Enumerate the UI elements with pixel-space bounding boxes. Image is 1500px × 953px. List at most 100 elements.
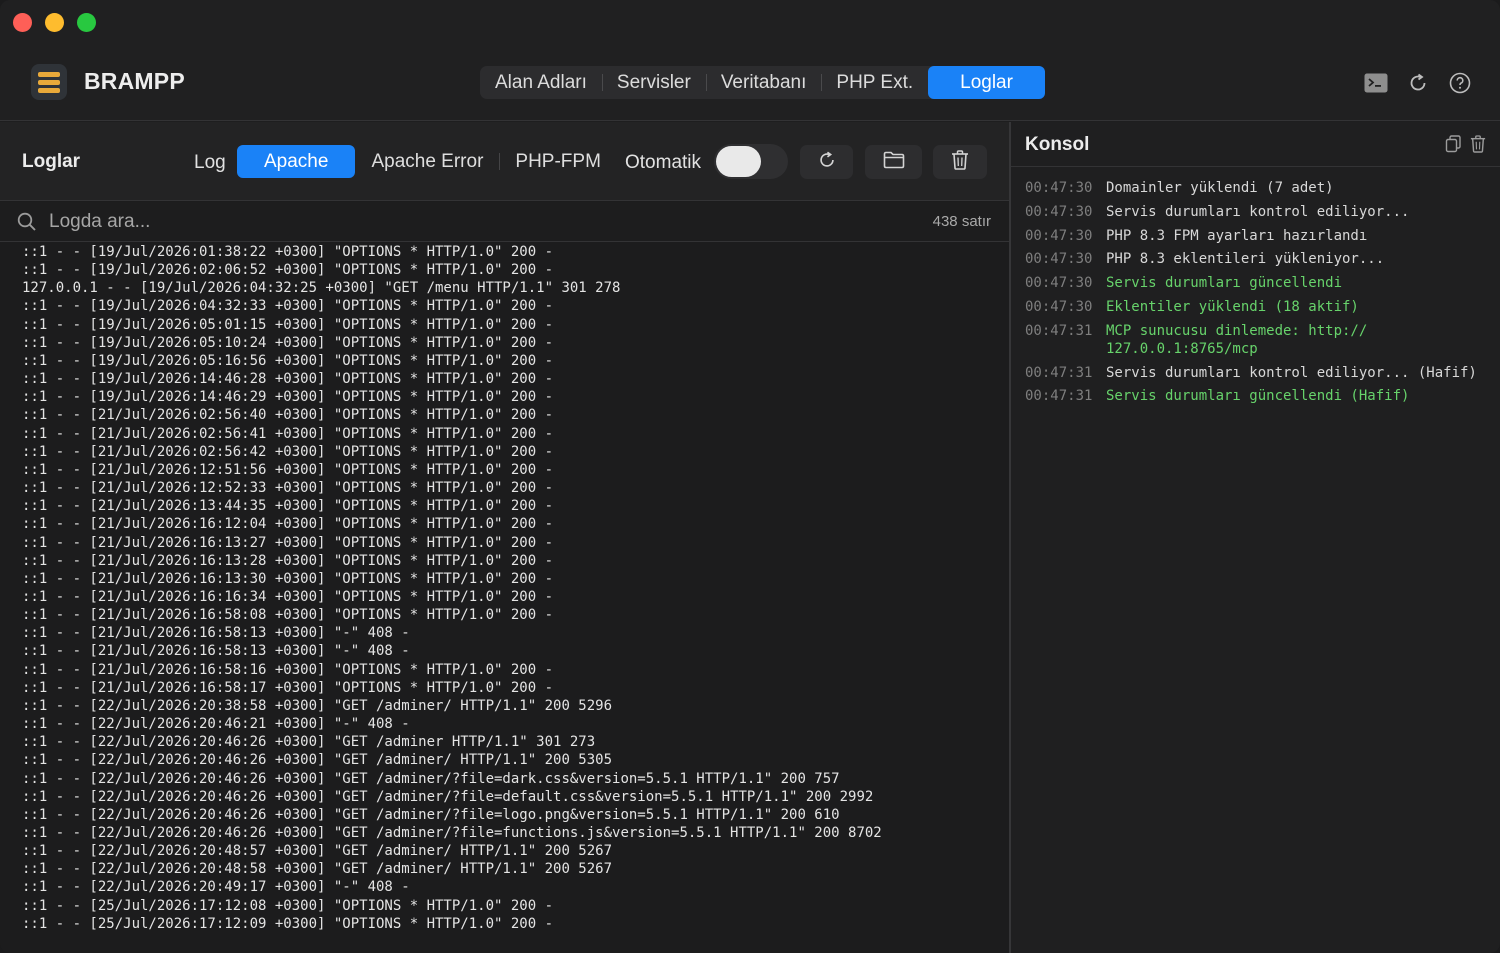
log-line: ::1 - - [22/Jul/2026:20:48:57 +0300] "GE… — [22, 843, 613, 860]
clear-log-button[interactable] — [933, 145, 987, 179]
title-bar: BRAMPP Alan Adları Servisler Veritabanı … — [0, 0, 1500, 121]
minimize-window-button[interactable] — [45, 13, 64, 32]
log-line: ::1 - - [19/Jul/2026:05:10:24 +0300] "OP… — [22, 334, 554, 351]
auto-refresh-label: Otomatik — [625, 152, 702, 173]
log-line: ::1 - - [22/Jul/2026:20:48:58 +0300] "GE… — [22, 861, 613, 878]
console-panel: Konsol 00:47:30 Domainler yüklendi (7 ade… — [1011, 122, 1500, 953]
console-entry-message: Servis durumları güncellendi (Hafif) — [1106, 388, 1410, 405]
refresh-icon[interactable] — [1406, 71, 1430, 95]
console-output: 00:47:30 Domainler yüklendi (7 adet) 00:47… — [1025, 179, 1495, 411]
console-entry-message: PHP 8.3 FPM ayarları hazırlandı — [1106, 227, 1368, 244]
log-line: ::1 - - [21/Jul/2026:12:52:33 +0300] "OP… — [22, 480, 554, 497]
close-window-button[interactable] — [13, 13, 32, 32]
console-entry-time: 00:47:30 — [1025, 203, 1093, 220]
log-row-count: 438 satır — [932, 213, 991, 230]
console-entry-time: 00:47:31 — [1025, 364, 1093, 381]
console-entry-message: Domainler yüklendi (7 adet) — [1106, 180, 1334, 196]
log-line: ::1 - - [21/Jul/2026:16:58:13 +0300] "-"… — [22, 625, 410, 642]
tab-php-ext[interactable]: PHP Ext. — [821, 66, 928, 99]
log-line: ::1 - - [22/Jul/2026:20:46:26 +0300] "GE… — [22, 734, 596, 751]
log-output[interactable]: ::1 - - [19/Jul/2026:01:38:22 +0300] "OP… — [0, 243, 1009, 953]
log-line: ::1 - - [21/Jul/2026:16:13:28 +0300] "OP… — [22, 552, 554, 569]
logs-panel: Loglar Log Apache Apache Error PHP-FPM O… — [0, 122, 1009, 953]
help-icon[interactable] — [1448, 71, 1472, 95]
trash-icon[interactable] — [1470, 135, 1487, 153]
tab-loglar[interactable]: Loglar — [928, 66, 1045, 99]
console-entry-time: 00:47:30 — [1025, 251, 1093, 268]
auto-refresh-toggle[interactable] — [714, 144, 788, 179]
tab-alan-adlari[interactable]: Alan Adları — [480, 66, 602, 99]
log-line: ::1 - - [21/Jul/2026:16:13:27 +0300] "OP… — [22, 534, 554, 551]
console-entry: 00:47:30 Servis durumları kontrol ediliyo… — [1025, 203, 1495, 221]
trash-icon — [951, 149, 969, 175]
log-line: ::1 - - [22/Jul/2026:20:46:21 +0300] "-"… — [22, 716, 410, 733]
console-entry-time: 00:47:30 — [1025, 298, 1093, 315]
console-entry-time: 00:47:31 — [1025, 322, 1093, 339]
console-entry-message: Servis durumları kontrol ediliyor... — [1106, 203, 1410, 220]
log-line: 127.0.0.1 - - [19/Jul/2026:04:32:25 +030… — [22, 280, 621, 297]
console-entry-message: Eklentiler yüklendi (18 aktif) — [1106, 298, 1359, 315]
log-line: ::1 - - [19/Jul/2026:04:32:33 +0300] "OP… — [22, 298, 554, 315]
log-line: ::1 - - [21/Jul/2026:12:51:56 +0300] "OP… — [22, 461, 554, 478]
app-window: BRAMPP Alan Adları Servisler Veritabanı … — [0, 0, 1500, 953]
log-line: ::1 - - [21/Jul/2026:16:13:30 +0300] "OP… — [22, 570, 554, 587]
tab-servisler[interactable]: Servisler — [601, 66, 706, 99]
log-line: ::1 - - [22/Jul/2026:20:38:58 +0300] "GE… — [22, 697, 613, 714]
refresh-icon — [817, 150, 837, 175]
console-entry-message: Servis durumları kontrol ediliyor... (Ha… — [1106, 364, 1477, 381]
console-entry-time: 00:47:31 — [1025, 388, 1093, 405]
log-line: ::1 - - [22/Jul/2026:20:49:17 +0300] "-"… — [22, 879, 410, 896]
log-line: ::1 - - [22/Jul/2026:20:46:26 +0300] "GE… — [22, 825, 882, 841]
console-entry: 00:47:31 Servis durumları kontrol ediliyo… — [1025, 364, 1495, 382]
console-entry-time: 00:47:30 — [1025, 275, 1093, 292]
log-line: ::1 - - [21/Jul/2026:16:58:08 +0300] "OP… — [22, 607, 554, 624]
logs-title: Loglar — [22, 151, 81, 172]
open-folder-button[interactable] — [865, 145, 922, 179]
console-entry: 00:47:31 Servis durumları güncellendi (Ha… — [1025, 387, 1495, 405]
folder-icon — [883, 151, 905, 174]
zoom-window-button[interactable] — [77, 13, 96, 32]
log-line: ::1 - - [21/Jul/2026:02:56:40 +0300] "OP… — [22, 407, 554, 424]
console-entry: 00:47:30 Eklentiler yüklendi (18 aktif) — [1025, 298, 1495, 316]
log-line: ::1 - - [21/Jul/2026:16:12:04 +0300] "OP… — [22, 516, 554, 533]
log-line: ::1 - - [19/Jul/2026:05:16:56 +0300] "OP… — [22, 352, 554, 369]
log-line: ::1 - - [19/Jul/2026:14:46:29 +0300] "OP… — [22, 389, 554, 406]
log-line: ::1 - - [22/Jul/2026:20:46:26 +0300] "GE… — [22, 788, 874, 805]
console-entry-time: 00:47:30 — [1025, 180, 1093, 196]
reload-log-button[interactable] — [800, 145, 853, 179]
main-nav: Alan Adları Servisler Veritabanı PHP Ext… — [480, 66, 1045, 99]
log-line: ::1 - - [19/Jul/2026:02:06:52 +0300] "OP… — [22, 262, 554, 279]
log-source-label: Log — [194, 152, 226, 173]
log-line: ::1 - - [21/Jul/2026:16:58:16 +0300] "OP… — [22, 661, 554, 678]
console-entry-time: 00:47:30 — [1025, 227, 1093, 244]
copy-icon[interactable] — [1445, 135, 1462, 153]
log-line: ::1 - - [22/Jul/2026:20:46:26 +0300] "GE… — [22, 806, 840, 823]
console-entry-message: MCP sunucusu dinlemede: http:// 127.0.0.… — [1106, 322, 1368, 357]
terminal-icon[interactable] — [1364, 71, 1388, 95]
console-header: Konsol — [1011, 122, 1500, 167]
log-line: ::1 - - [19/Jul/2026:14:46:28 +0300] "OP… — [22, 371, 554, 388]
log-line: ::1 - - [21/Jul/2026:16:58:13 +0300] "-"… — [22, 643, 410, 660]
log-line: ::1 - - [22/Jul/2026:20:46:26 +0300] "GE… — [22, 770, 840, 787]
console-entry: 00:47:30 PHP 8.3 eklentileri yükleniyor..… — [1025, 250, 1495, 268]
log-line: ::1 - - [21/Jul/2026:02:56:42 +0300] "OP… — [22, 443, 554, 460]
logs-toolbar: Loglar Log Apache Apache Error PHP-FPM O… — [0, 122, 1009, 201]
console-entry: 00:47:30 Servis durumları güncellendi — [1025, 274, 1495, 292]
console-title: Konsol — [1025, 134, 1090, 155]
tab-veritabani[interactable]: Veritabanı — [705, 66, 822, 99]
console-entry: 00:47:30 PHP 8.3 FPM ayarları hazırlandı — [1025, 227, 1495, 245]
source-apache-error[interactable]: Apache Error — [355, 145, 499, 178]
log-search-bar: 438 satır — [0, 202, 1009, 242]
console-entry: 00:47:30 Domainler yüklendi (7 adet) — [1025, 179, 1495, 197]
log-search-input[interactable] — [49, 208, 849, 236]
window-controls — [13, 13, 96, 32]
log-line: ::1 - - [21/Jul/2026:16:16:34 +0300] "OP… — [22, 588, 554, 605]
log-source-selector: Apache Apache Error PHP-FPM — [237, 145, 617, 178]
log-line: ::1 - - [19/Jul/2026:05:01:15 +0300] "OP… — [22, 316, 554, 333]
console-entry: 00:47:31 MCP sunucusu dinlemede: http:// … — [1025, 322, 1495, 358]
search-icon — [17, 212, 37, 232]
console-entry-message: PHP 8.3 eklentileri yükleniyor... — [1106, 251, 1385, 268]
source-php-fpm[interactable]: PHP-FPM — [499, 145, 617, 178]
log-line: ::1 - - [21/Jul/2026:13:44:35 +0300] "OP… — [22, 498, 554, 515]
source-apache[interactable]: Apache — [237, 145, 356, 178]
